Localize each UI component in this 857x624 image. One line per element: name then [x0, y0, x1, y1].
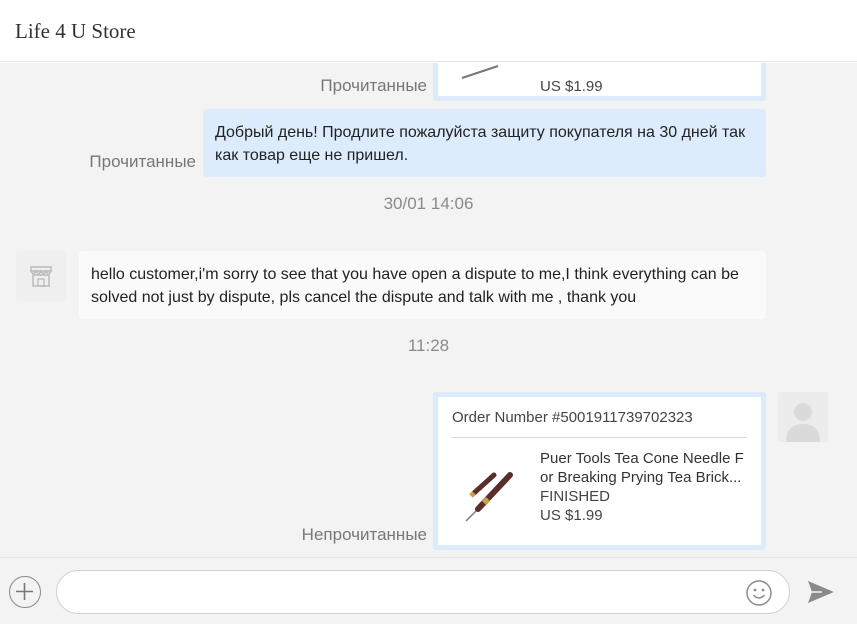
attach-button[interactable]	[9, 576, 41, 608]
incoming-message[interactable]: hello customer,i'm sorry to see that you…	[79, 251, 766, 319]
order-number: Order Number #5001911739702323	[452, 409, 693, 426]
order-card-previous[interactable]: US $1.99	[433, 63, 766, 101]
emoji-button[interactable]	[745, 579, 773, 607]
read-status: Прочитанные	[89, 152, 196, 171]
order-status: FINISHED	[540, 488, 611, 505]
read-status: Прочитанные	[320, 76, 427, 95]
store-title: Life 4 U Store	[15, 19, 136, 43]
user-icon	[786, 403, 820, 442]
order-card[interactable]: Order Number #5001911739702323 Puer Tool…	[433, 392, 766, 550]
product-thumbnail	[461, 65, 499, 79]
message-input[interactable]	[56, 570, 790, 614]
emoji-icon	[746, 580, 772, 606]
user-avatar[interactable]	[778, 392, 828, 442]
composer-bar	[0, 557, 857, 624]
order-price: US $1.99	[540, 507, 603, 524]
message-list[interactable]: US $1.99 Прочитанные Прочитанные Добрый …	[0, 63, 857, 557]
order-price: US $1.99	[540, 78, 603, 95]
unread-status: Непрочитанные	[301, 525, 427, 544]
message-timestamp: 11:28	[407, 336, 450, 355]
card-divider	[452, 437, 747, 438]
send-icon	[808, 581, 834, 603]
outgoing-message[interactable]: Добрый день! Продлите пожалуйста защиту …	[203, 109, 766, 177]
chat-header: Life 4 U Store	[0, 0, 857, 62]
send-button[interactable]	[806, 578, 836, 606]
message-timestamp: 30/01 14:06	[383, 194, 474, 213]
store-avatar[interactable]	[16, 251, 66, 301]
product-thumbnail	[465, 472, 513, 522]
plus-icon	[16, 583, 33, 600]
store-icon	[30, 266, 52, 287]
product-name[interactable]: Puer Tools Tea Cone Needle F or Breaking…	[540, 449, 752, 487]
